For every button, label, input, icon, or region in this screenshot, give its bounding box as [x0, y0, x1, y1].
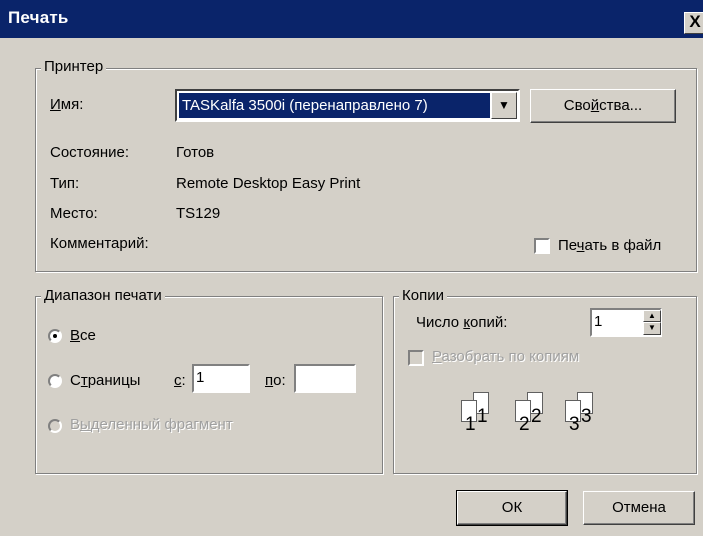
range-to-label: по:: [265, 372, 286, 389]
printer-select[interactable]: TASKalfa 3500i (перенаправлено 7) ▼: [175, 89, 520, 122]
location-value: TS129: [176, 205, 221, 222]
status-value: Готов: [176, 144, 215, 161]
title-bar: [0, 0, 703, 38]
spin-up-icon[interactable]: ▲: [643, 310, 661, 322]
close-icon: X: [689, 12, 701, 31]
copies-count-value: 1: [594, 313, 603, 330]
print-to-file-checkbox[interactable]: [534, 238, 550, 254]
collate-number: 2: [519, 414, 530, 435]
printer-name-label: Имя:: [50, 96, 84, 113]
copies-legend: Копии: [399, 287, 447, 304]
collate-number: 3: [569, 414, 580, 435]
status-label: Состояние:: [50, 144, 130, 161]
close-button[interactable]: X: [684, 12, 703, 34]
radio-dot-icon: [53, 334, 57, 338]
range-all-radio[interactable]: [48, 329, 62, 343]
printer-group-legend: Принтер: [41, 58, 107, 75]
collate-illustration: 1 1 2 2 3 3: [455, 392, 625, 442]
collate-label[interactable]: Разобрать по копиям: [432, 348, 579, 365]
printer-select-value: TASKalfa 3500i (перенаправлено 7): [179, 93, 490, 118]
comment-label: Комментарий:: [50, 235, 149, 252]
collate-number: 1: [477, 406, 488, 427]
range-selection-radio[interactable]: [48, 419, 62, 433]
properties-button[interactable]: Свойства...: [530, 89, 676, 123]
range-selection-label[interactable]: Выделенный фрагмент: [70, 416, 233, 433]
location-label: Место:: [50, 205, 98, 222]
chevron-down-icon[interactable]: ▼: [491, 92, 517, 119]
cancel-button[interactable]: Отмена: [583, 491, 695, 525]
collate-number: 2: [531, 406, 542, 427]
type-value: Remote Desktop Easy Print: [176, 175, 361, 192]
collate-number: 3: [581, 406, 592, 427]
type-label: Тип:: [50, 175, 80, 192]
spin-down-icon[interactable]: ▼: [643, 322, 661, 335]
collate-number: 1: [465, 414, 476, 435]
copies-count-label: Число копий:: [416, 314, 508, 331]
range-from-label: с:: [174, 372, 186, 389]
range-pages-label[interactable]: Страницы: [70, 372, 140, 389]
range-from-input[interactable]: 1: [192, 364, 250, 393]
print-range-legend: Диапазон печати: [41, 287, 165, 304]
collate-checkbox[interactable]: [408, 350, 424, 366]
print-to-file-label[interactable]: Печать в файл: [558, 237, 661, 254]
ok-button[interactable]: ОК: [456, 490, 568, 526]
window-title: Печать: [8, 8, 69, 27]
range-all-label[interactable]: Все: [70, 327, 96, 344]
range-to-input[interactable]: [294, 364, 356, 393]
range-pages-radio[interactable]: [48, 374, 62, 388]
